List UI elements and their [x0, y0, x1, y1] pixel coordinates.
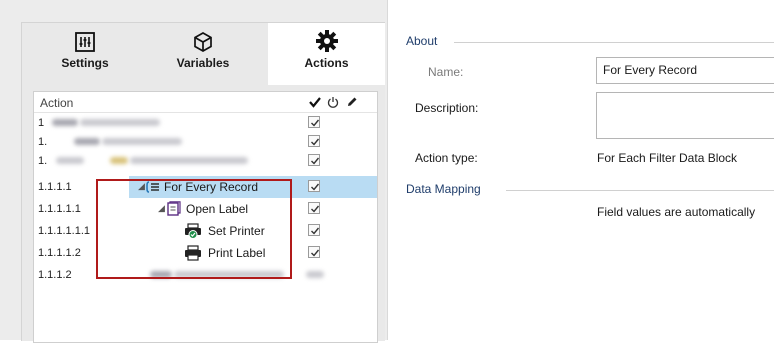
row-enabled-checkbox[interactable] [308, 224, 320, 236]
obscured-value [306, 271, 324, 278]
description-label: Description: [415, 101, 479, 115]
action-type-value: For Each Filter Data Block [597, 151, 738, 165]
tab-actions[interactable]: Actions [268, 23, 385, 85]
checkmark-icon[interactable] [308, 95, 322, 109]
row-enabled-checkbox[interactable] [308, 246, 320, 258]
name-label: Name: [428, 65, 464, 79]
obscured-icon [110, 157, 128, 164]
highlight-annotation-box [96, 179, 292, 279]
tab-settings-label: Settings [61, 56, 109, 70]
data-mapping-section-title: Data Mapping [406, 182, 481, 196]
row-number: 1. [38, 155, 48, 167]
row-enabled-checkbox[interactable] [308, 180, 320, 192]
row-number: 1 [38, 117, 45, 129]
row-number: 1.1.1.1.1.1 [38, 225, 90, 237]
obscured-label [130, 157, 248, 164]
row-enabled-checkbox[interactable] [308, 116, 320, 128]
description-field[interactable] [596, 92, 774, 139]
obscured-label [56, 157, 84, 164]
sliders-icon [39, 23, 131, 53]
row-enabled-checkbox[interactable] [308, 202, 320, 214]
name-field-value: For Every Record [603, 63, 698, 77]
data-mapping-section-rule [506, 190, 774, 191]
pane-divider[interactable] [387, 0, 388, 340]
row-enabled-checkbox[interactable] [308, 154, 320, 166]
obscured-icon [74, 138, 100, 145]
row-number: 1.1.1.1.2 [38, 247, 81, 259]
tab-settings[interactable]: Settings [39, 23, 131, 85]
name-field[interactable]: For Every Record [596, 57, 774, 84]
cube-icon [157, 23, 249, 53]
row-number: 1. [38, 136, 48, 148]
tree-header: Action [34, 92, 377, 113]
tab-variables[interactable]: Variables [157, 23, 249, 85]
obscured-icon [52, 119, 78, 126]
tab-actions-label: Actions [304, 56, 349, 70]
row-number: 1.1.1.2 [38, 269, 72, 281]
about-section-title: About [406, 34, 438, 48]
pencil-icon[interactable] [345, 95, 359, 109]
gear-icon [268, 23, 385, 53]
obscured-label [102, 138, 182, 145]
tree-row[interactable]: 1. [34, 150, 377, 172]
tab-variables-label: Variables [176, 56, 230, 70]
action-type-label: Action type: [415, 151, 478, 165]
about-section-rule [454, 42, 774, 43]
obscured-label [80, 119, 160, 126]
power-icon[interactable] [326, 95, 340, 109]
row-number: 1.1.1.1 [38, 181, 72, 193]
action-column-header: Action [40, 96, 74, 110]
row-number: 1.1.1.1.1 [38, 203, 81, 215]
row-enabled-checkbox[interactable] [308, 135, 320, 147]
data-mapping-note: Field values are automatically [597, 205, 756, 219]
